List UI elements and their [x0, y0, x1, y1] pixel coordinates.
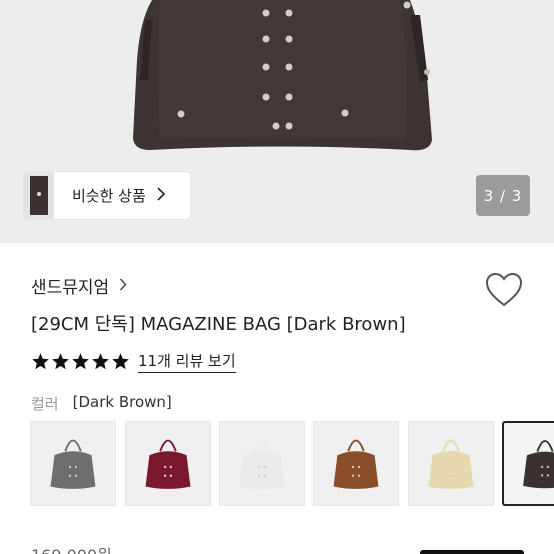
rating-row: 11개 리뷰 보기 [31, 350, 236, 373]
review-link[interactable]: 11개 리뷰 보기 [138, 350, 236, 373]
heart-icon[interactable] [485, 272, 523, 308]
brand-link[interactable]: 샌드뮤지엄 [31, 273, 127, 298]
color-selection-label: 컬러 [Dark Brown] [31, 393, 172, 414]
star-icon [111, 352, 130, 371]
color-value: [Dark Brown] [72, 393, 172, 411]
color-swatch-white[interactable] [219, 421, 305, 506]
star-icon [51, 352, 70, 371]
color-swatch-brown[interactable] [313, 421, 399, 506]
similar-products-button[interactable]: 비슷한 상품 [24, 172, 190, 219]
color-swatch-list [30, 421, 554, 506]
color-key: 컬러 [31, 395, 59, 413]
brand-name: 샌드뮤지엄 [31, 278, 110, 298]
star-icon [91, 352, 110, 371]
image-page-indicator: 3 / 3 [476, 175, 530, 216]
chevron-right-icon [119, 277, 127, 295]
color-swatch-burgundy[interactable] [125, 421, 211, 506]
color-swatch-cream[interactable] [408, 421, 494, 506]
similar-products-label: 비슷한 상품 [72, 187, 146, 205]
buy-button[interactable] [420, 550, 524, 554]
similar-product-thumbnail [24, 172, 54, 219]
product-image-gallery[interactable]: 비슷한 상품 3 / 3 [0, 0, 554, 243]
product-title: [29CM 단독] MAGAZINE BAG [Dark Brown] [31, 314, 406, 335]
color-swatch-gray[interactable] [30, 421, 116, 506]
color-swatch-dark-brown[interactable] [502, 421, 554, 506]
product-price: 169,000원 [31, 542, 112, 554]
chevron-right-icon [156, 186, 166, 205]
star-icon [71, 352, 90, 371]
star-icon [31, 352, 50, 371]
star-rating [31, 352, 130, 371]
